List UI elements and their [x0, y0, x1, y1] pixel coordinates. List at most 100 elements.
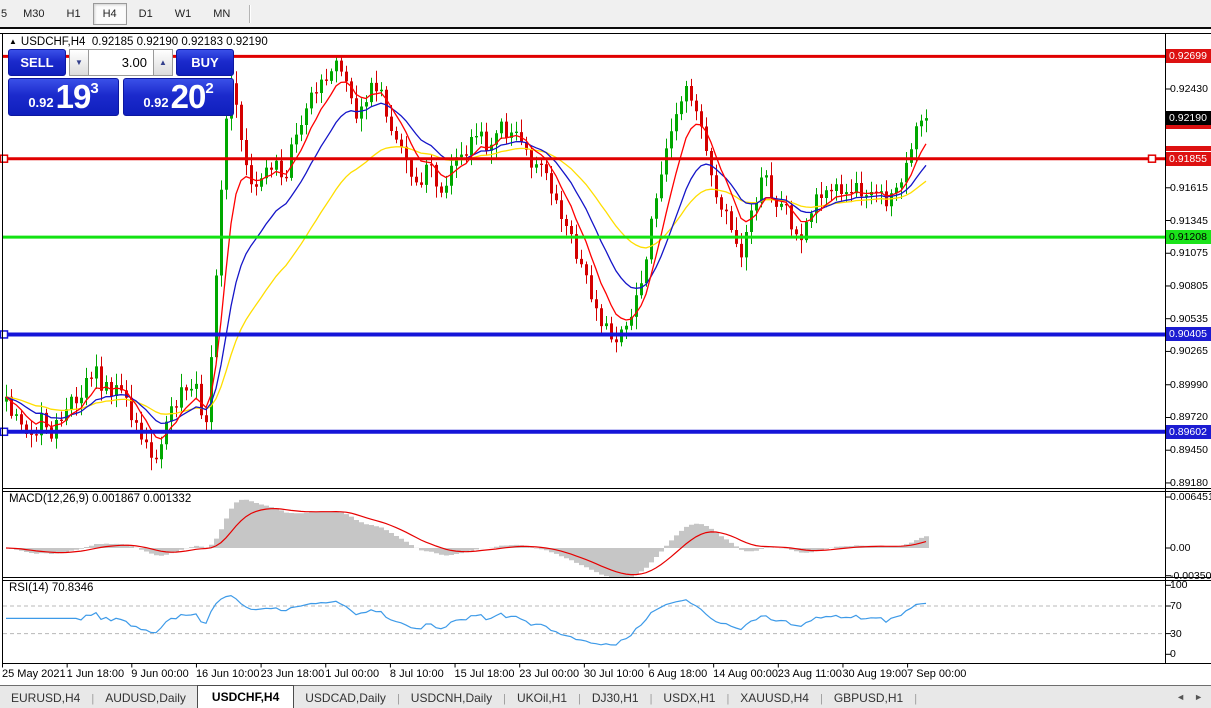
price-axis-label: 0.89990 — [1170, 379, 1208, 391]
macd-axis-label: 0.006451 — [1170, 491, 1211, 503]
timeframe-button-5[interactable]: 5 — [0, 3, 11, 25]
price-axis-label: 0.91345 — [1170, 215, 1208, 227]
chart-tab-usdx[interactable]: USDX,H1 — [652, 687, 726, 708]
price-axis-label: 0.90805 — [1170, 280, 1208, 292]
buy-price-pip-digit: 2 — [205, 80, 213, 97]
chart-tab-usdchf[interactable]: USDCHF,H4 — [197, 685, 294, 708]
time-axis-label: 7 Sep 00:00 — [907, 668, 966, 680]
chart-tab-usdcad[interactable]: USDCAD,Daily — [294, 687, 397, 708]
price-axis-label: 0.89720 — [1170, 411, 1208, 423]
price-line-badge: 0.92190 — [1166, 111, 1211, 125]
chart-symbol-label: USDCHF,H4 — [21, 36, 86, 48]
timeframe-button-h4[interactable]: H4 — [93, 3, 127, 25]
rsi-line — [6, 596, 926, 645]
toolbar-separator — [249, 5, 251, 23]
chart-tab-dj30[interactable]: DJ30,H1 — [581, 687, 650, 708]
time-axis-label: 23 Aug 11:00 — [778, 668, 842, 680]
chart-tab-ukoil[interactable]: UKOil,H1 — [506, 687, 578, 708]
price-axis-label: 0.90265 — [1170, 345, 1208, 357]
timeframe-button-h1[interactable]: H1 — [57, 3, 91, 25]
chart-collapse-icon[interactable]: ▲ — [9, 37, 17, 46]
time-axis-label: 8 Jul 10:00 — [390, 668, 444, 680]
sell-price-big-digits: 19 — [56, 80, 91, 114]
time-axis-label: 9 Jun 00:00 — [131, 668, 189, 680]
chart-tab-audusd[interactable]: AUDUSD,Daily — [94, 687, 197, 708]
chart-title: ▲ USDCHF,H4 0.92185 0.92190 0.92183 0.921… — [9, 36, 268, 48]
time-axis-label: 1 Jun 18:00 — [67, 668, 125, 680]
time-axis-label: 1 Jul 00:00 — [325, 668, 379, 680]
moving-averages — [6, 82, 926, 439]
time-axis-label: 23 Jul 00:00 — [519, 668, 579, 680]
trade-panel-top-row: SELL ▼ 3.00 ▲ BUY — [8, 49, 234, 76]
rsi-axis-label: 30 — [1170, 628, 1182, 640]
sell-button[interactable]: SELL — [8, 49, 66, 76]
macd-pane — [6, 500, 927, 579]
rsi-axis-label: 0 — [1170, 648, 1176, 660]
timeframe-button-mn[interactable]: MN — [203, 3, 240, 25]
price-axis-label: 0.92430 — [1170, 83, 1208, 95]
timeframe-toolbar: 5M30H1H4D1W1MN — [0, 0, 1211, 29]
line-handle[interactable] — [1, 331, 8, 338]
line-handle[interactable] — [1149, 155, 1156, 162]
time-axis-label: 15 Jul 18:00 — [455, 668, 515, 680]
price-line-badge: 0.91855 — [1166, 152, 1211, 166]
moving-average-line — [6, 147, 926, 414]
rsi-pane — [3, 596, 1165, 645]
macd-histogram — [7, 500, 927, 579]
triangle-down-icon: ▼ — [75, 58, 83, 67]
chart-tab-usdcnh[interactable]: USDCNH,Daily — [400, 687, 503, 708]
partial-price-badge — [1166, 146, 1211, 151]
price-axis-label: 0.89180 — [1170, 477, 1208, 489]
sell-price-pip-digit: 3 — [90, 80, 98, 97]
timeframe-button-w1[interactable]: W1 — [165, 3, 202, 25]
chart-tab-eurusd[interactable]: EURUSD,H4 — [0, 687, 91, 708]
time-axis-label: 25 May 2021 — [2, 668, 66, 680]
timeframe-button-m30[interactable]: M30 — [13, 3, 54, 25]
price-line-badge: 0.92699 — [1166, 49, 1211, 63]
macd-signal-line — [6, 509, 926, 575]
sell-price-display[interactable]: 0.92193 — [8, 78, 119, 116]
line-handle[interactable] — [1, 155, 8, 162]
buy-button[interactable]: BUY — [176, 49, 234, 76]
chart-tab-xauusd[interactable]: XAUUSD,H4 — [729, 687, 820, 708]
one-click-trading-panel: SELL ▼ 3.00 ▲ BUY 0.92193 0.92202 — [8, 49, 234, 116]
trading-terminal-window: 5M30H1H4D1W1MN ▲ USDCHF,H4 0.92185 0.9219… — [0, 0, 1211, 708]
time-axis-label: 6 Aug 18:00 — [649, 668, 708, 680]
timeframe-button-d1[interactable]: D1 — [129, 3, 163, 25]
time-axis-label: 14 Aug 00:00 — [713, 668, 778, 680]
time-axis-label: 30 Aug 19:00 — [842, 668, 907, 680]
price-axis-label: 0.91615 — [1170, 182, 1208, 194]
chart-tab-gbpusd[interactable]: GBPUSD,H1 — [823, 687, 914, 708]
buy-price-big-digits: 20 — [171, 80, 206, 114]
tabs-scroll-left-button[interactable]: ◄ — [1176, 692, 1185, 702]
time-axis-label: 16 Jun 10:00 — [196, 668, 260, 680]
rsi-axis-label: 100 — [1170, 579, 1188, 591]
macd-indicator-label: MACD(12,26,9) 0.001867 0.001332 — [9, 493, 191, 505]
tab-separator: | — [914, 693, 917, 708]
buy-price-display[interactable]: 0.92202 — [123, 78, 234, 116]
sell-price-prefix: 0.92 — [28, 95, 53, 110]
volume-decrease-button[interactable]: ▼ — [69, 49, 89, 76]
chart-tab-bar: ◄ ► EURUSD,H4 | AUDUSD,DailyUSDCHF,H4USDCA… — [0, 685, 1211, 708]
triangle-up-icon: ▲ — [159, 58, 167, 67]
trade-panel-price-row: 0.92193 0.92202 — [8, 78, 234, 116]
time-axis-label: 23 Jun 18:00 — [261, 668, 325, 680]
price-axis-label: 0.91075 — [1170, 247, 1208, 259]
macd-axis-label: 0.00 — [1170, 542, 1190, 554]
volume-increase-button[interactable]: ▲ — [153, 49, 173, 76]
price-line-badge: 0.90405 — [1166, 327, 1211, 341]
line-handle[interactable] — [1, 428, 8, 435]
price-axis-label: 0.89450 — [1170, 444, 1208, 456]
time-axis-label: 30 Jul 10:00 — [584, 668, 644, 680]
buy-price-prefix: 0.92 — [143, 95, 168, 110]
moving-average-line — [6, 82, 926, 439]
chart-ohlc-label: 0.92185 0.92190 0.92183 0.92190 — [92, 36, 268, 48]
rsi-axis-label: 70 — [1170, 600, 1182, 612]
price-line-badge: 0.91208 — [1166, 230, 1211, 244]
price-line-badge: 0.89602 — [1166, 425, 1211, 439]
price-axis-label: 0.90535 — [1170, 313, 1208, 325]
rsi-indicator-label: RSI(14) 70.8346 — [9, 582, 93, 594]
volume-input[interactable]: 3.00 — [89, 49, 153, 76]
tabs-scroll-right-button[interactable]: ► — [1194, 692, 1203, 702]
volume-stepper: ▼ 3.00 ▲ — [69, 49, 173, 76]
